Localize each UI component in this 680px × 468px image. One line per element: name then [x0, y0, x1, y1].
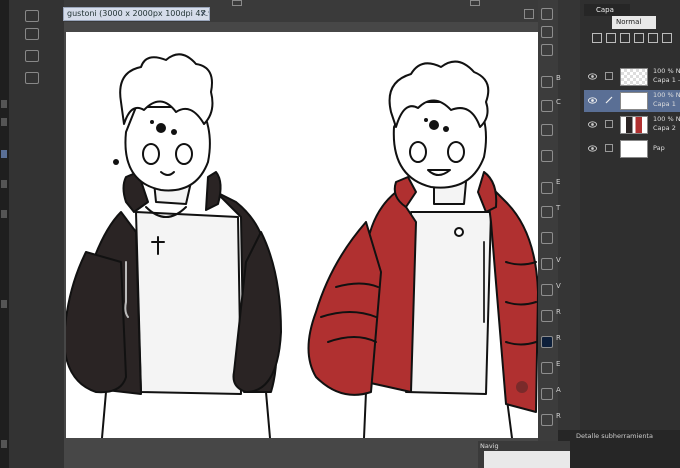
- eye-icon[interactable]: [588, 144, 597, 153]
- navigator-window[interactable]: Navig: [478, 441, 570, 468]
- document-tab-title: gustoni (3000 x 2000px 100dpi 47.9%): [67, 9, 210, 18]
- left-edge-panel: [0, 0, 9, 468]
- layer-thumbnail: [620, 116, 648, 134]
- layer-tool-icon[interactable]: [634, 33, 644, 43]
- layer-checkbox[interactable]: [605, 144, 613, 152]
- new-layer-icon[interactable]: [592, 33, 602, 43]
- shortcut-label: E: [556, 360, 561, 368]
- blend-mode-select[interactable]: Normal: [612, 16, 656, 29]
- layer-name: Capa 1: [653, 100, 676, 108]
- shortcut-label: E: [556, 178, 561, 186]
- artwork: [66, 53, 538, 438]
- toolbar-icon[interactable]: [232, 0, 242, 6]
- tool-column: [9, 0, 64, 468]
- shortcut-label: V: [556, 282, 561, 290]
- layer-thumbnail: [620, 68, 648, 86]
- close-icon[interactable]: ×: [199, 8, 207, 20]
- move-icon[interactable]: [541, 310, 553, 322]
- tab-capa[interactable]: Capa: [584, 4, 630, 16]
- layer-name: Capa 2: [653, 124, 676, 132]
- shortcut-label: R: [556, 334, 561, 342]
- layer-tool-icon[interactable]: [648, 33, 658, 43]
- tool-icon[interactable]: [25, 72, 39, 84]
- eye-icon[interactable]: [588, 96, 597, 105]
- navigator-preview[interactable]: [484, 451, 570, 468]
- scale-icon[interactable]: [541, 206, 553, 218]
- layer-row[interactable]: Pap: [584, 138, 680, 160]
- paste-icon[interactable]: [541, 150, 553, 162]
- layer-row[interactable]: 100 % No Capa 1 -: [584, 66, 680, 88]
- layer-opacity: 100 % No: [653, 91, 680, 99]
- layer-row-selected[interactable]: 100 % No Capa 1: [584, 90, 680, 112]
- sub-tool-detail-title: Detalle subherramienta: [576, 432, 653, 440]
- clear-icon[interactable]: [541, 76, 553, 88]
- eye-icon[interactable]: [588, 120, 597, 129]
- layer-checkbox[interactable]: [605, 120, 613, 128]
- drawing-canvas[interactable]: [66, 32, 538, 438]
- tab-capa-label: Capa: [596, 6, 614, 14]
- panel-handle[interactable]: [1, 180, 7, 188]
- tool-icon[interactable]: [541, 362, 553, 374]
- shortcut-label: B: [556, 74, 561, 82]
- tool-icon[interactable]: [25, 28, 39, 40]
- sub-tool-detail-panel: Detalle subherramienta: [558, 430, 680, 468]
- panel-handle[interactable]: [1, 100, 7, 108]
- cut-icon[interactable]: [541, 100, 553, 112]
- panel-handle[interactable]: [1, 150, 7, 158]
- undo-icon[interactable]: [541, 26, 553, 38]
- shortcut-label-strip: [558, 0, 580, 430]
- shortcut-label: C: [556, 98, 561, 106]
- pen-icon: [605, 96, 613, 104]
- layer-opacity: 100 % No: [653, 115, 680, 123]
- eye-icon[interactable]: [588, 72, 597, 81]
- panel-handle[interactable]: [1, 210, 7, 218]
- document-tab[interactable]: gustoni (3000 x 2000px 100dpi 47.9%) ×: [63, 7, 210, 21]
- copy-icon[interactable]: [541, 124, 553, 136]
- fill-icon[interactable]: [541, 284, 553, 296]
- shortcut-label: V: [556, 256, 561, 264]
- transform-icon[interactable]: [541, 182, 553, 194]
- layer-name: Capa 1 -: [653, 76, 680, 84]
- shortcut-label: R: [556, 412, 561, 420]
- tool-icon[interactable]: [541, 388, 553, 400]
- tool-icon[interactable]: [541, 414, 553, 426]
- shortcut-label: R: [556, 308, 561, 316]
- redo-icon[interactable]: [541, 44, 553, 56]
- layer-panel: [580, 0, 680, 430]
- tool-icon[interactable]: [25, 10, 39, 22]
- layer-row[interactable]: 100 % No Capa 2: [584, 114, 680, 136]
- panel-handle[interactable]: [1, 118, 7, 126]
- toolbar-icon[interactable]: [524, 9, 534, 19]
- canvas-action-strip: [538, 0, 558, 468]
- layer-thumbnail: [620, 92, 648, 110]
- flip-icon[interactable]: [541, 258, 553, 270]
- layer-thumbnail: [620, 140, 648, 158]
- layer-tool-icon[interactable]: [620, 33, 630, 43]
- navigator-title: Navig: [480, 442, 499, 450]
- layer-name: Pap: [653, 144, 665, 152]
- shortcut-label: T: [556, 204, 561, 212]
- rotate-icon[interactable]: [541, 8, 553, 20]
- layer-tool-icon[interactable]: [662, 33, 672, 43]
- tool-icon[interactable]: [25, 50, 39, 62]
- layer-opacity: 100 % No: [653, 67, 680, 75]
- crop-icon[interactable]: [541, 232, 553, 244]
- panel-handle[interactable]: [1, 300, 7, 308]
- color-swatch[interactable]: [541, 336, 553, 348]
- layer-checkbox[interactable]: [605, 72, 613, 80]
- panel-handle[interactable]: [1, 440, 7, 448]
- layer-tool-icon[interactable]: [606, 33, 616, 43]
- shortcut-label: A: [556, 386, 561, 394]
- toolbar-icon[interactable]: [470, 0, 480, 6]
